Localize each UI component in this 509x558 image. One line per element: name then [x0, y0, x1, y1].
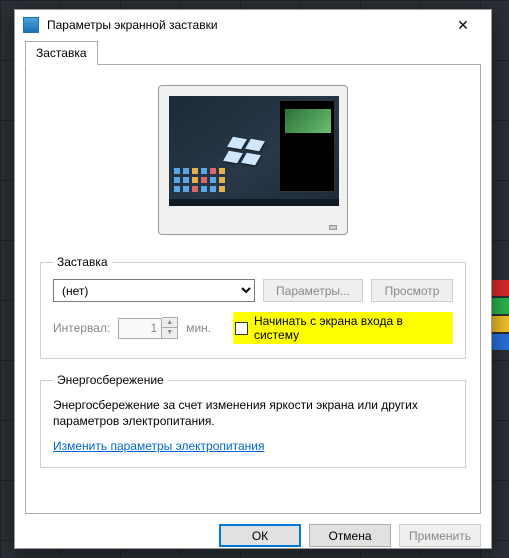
close-button[interactable]: ✕ [443, 12, 483, 38]
app-icon [23, 17, 39, 33]
preview-button[interactable]: Просмотр [371, 279, 453, 302]
interval-label: Интервал: [53, 321, 110, 335]
interval-unit: мин. [186, 321, 211, 335]
screensaver-legend: Заставка [53, 255, 112, 269]
power-legend: Энергосбережение [53, 373, 168, 387]
power-text: Энергосбережение за счет изменения яркос… [53, 397, 453, 429]
ok-button[interactable]: ОК [219, 524, 301, 547]
resume-checkbox[interactable] [235, 322, 248, 335]
screensaver-preview [40, 85, 466, 235]
power-group: Энергосбережение Энергосбережение за сче… [40, 373, 466, 468]
monitor-graphic [158, 85, 348, 235]
screensaver-select[interactable]: (нет) [53, 279, 255, 302]
interval-spinner[interactable]: ▲ ▼ [118, 317, 178, 339]
resume-highlight: Начинать с экрана входа в систему [233, 312, 453, 344]
screensaver-group: Заставка (нет) Параметры... Просмотр Инт… [40, 255, 466, 359]
cancel-button[interactable]: Отмена [309, 524, 391, 547]
screensaver-settings-dialog: Параметры экранной заставки ✕ Заставка З… [14, 9, 492, 549]
spin-up-icon[interactable]: ▲ [162, 318, 177, 328]
spin-down-icon[interactable]: ▼ [162, 328, 177, 338]
tab-screensaver[interactable]: Заставка [25, 41, 98, 65]
settings-button[interactable]: Параметры... [263, 279, 363, 302]
window-title: Параметры экранной заставки [47, 18, 443, 32]
interval-input[interactable] [118, 318, 162, 339]
tab-label: Заставка [36, 46, 87, 60]
power-settings-link[interactable]: Изменить параметры электропитания [53, 439, 264, 453]
apply-button[interactable]: Применить [399, 524, 481, 547]
resume-checkbox-label: Начинать с экрана входа в систему [254, 314, 449, 342]
titlebar: Параметры экранной заставки ✕ [15, 10, 491, 40]
tab-content: Заставка (нет) Параметры... Просмотр Инт… [25, 64, 481, 514]
